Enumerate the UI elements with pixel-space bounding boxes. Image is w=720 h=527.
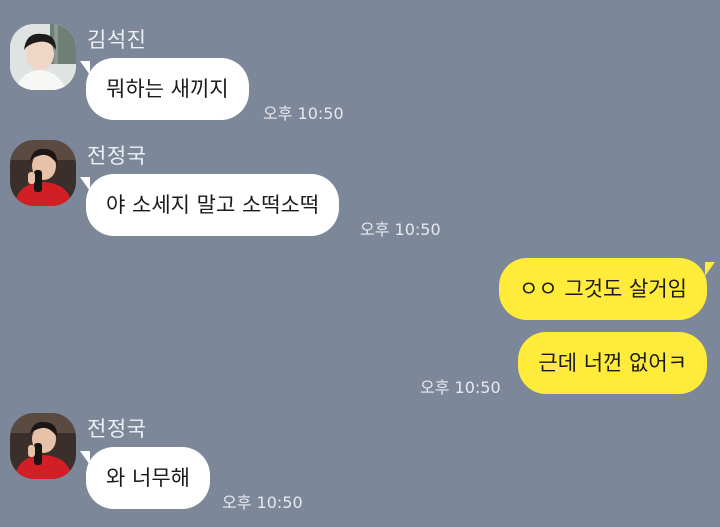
sender-name: 전정국	[87, 417, 147, 441]
bubble-tail	[705, 262, 715, 276]
sender-name: 전정국	[87, 144, 147, 168]
profile-photo-icon	[10, 140, 76, 206]
message-bubble[interactable]: 뭐하는 새끼지	[86, 58, 249, 120]
profile-photo-icon	[10, 413, 76, 479]
message-time: 오후 10:50	[263, 104, 344, 123]
message-time: 오후 10:50	[222, 493, 303, 512]
sender-name: 김석진	[87, 28, 147, 52]
message-bubble[interactable]: ㅇㅇ 그것도 살거임	[499, 258, 707, 320]
message-bubble[interactable]: 근데 너껀 없어ㅋ	[518, 332, 707, 394]
message-bubble[interactable]: 야 소세지 말고 소떡소떡	[86, 174, 340, 236]
message-time: 오후 10:50	[420, 378, 501, 397]
avatar[interactable]	[10, 140, 76, 206]
message-time: 오후 10:50	[360, 220, 441, 239]
profile-photo-icon	[10, 24, 76, 90]
avatar[interactable]	[10, 24, 76, 90]
avatar[interactable]	[10, 413, 76, 479]
message-bubble[interactable]: 와 너무해	[86, 447, 210, 509]
